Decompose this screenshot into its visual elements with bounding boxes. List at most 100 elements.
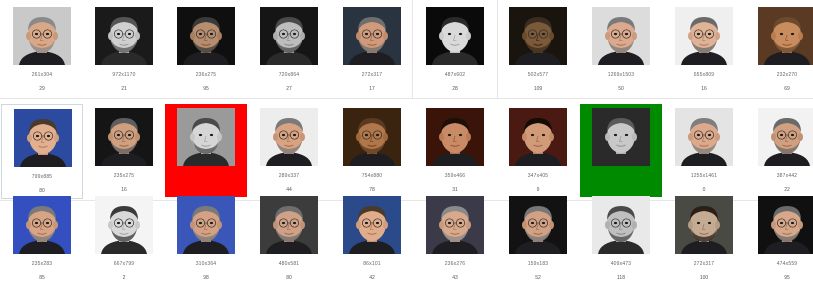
thumbnail-image[interactable] (592, 196, 650, 254)
thumbnail-item[interactable]: 359x466 31 (414, 104, 496, 199)
image-count: 109 (533, 86, 543, 92)
thumbnail-item[interactable]: 347x405 9 (497, 104, 579, 199)
image-count: 43 (452, 275, 458, 281)
image-dimensions: 502x577 (527, 72, 549, 78)
row-divider (0, 98, 813, 99)
thumbnail-image[interactable] (343, 108, 401, 166)
image-count: 50 (618, 86, 624, 92)
thumbnail-image[interactable] (509, 108, 567, 166)
thumbnail-image[interactable] (95, 7, 153, 65)
thumbnail-image[interactable] (343, 196, 401, 254)
image-dimensions: 272x317 (361, 72, 383, 78)
thumbnail-image[interactable] (14, 109, 72, 167)
image-dimensions: 261x304 (31, 72, 53, 78)
thumbnail-image[interactable] (260, 196, 318, 254)
thumbnail-item[interactable]: 272x317 100 (663, 192, 745, 287)
image-dimensions: 387x442 (776, 173, 798, 179)
thumbnail-image[interactable] (426, 7, 484, 65)
thumbnail-item[interactable]: 655x809 16 (663, 3, 745, 98)
thumbnail-image[interactable] (675, 108, 733, 166)
thumbnail-item[interactable]: 235x275 16 (83, 104, 165, 199)
thumbnail-item[interactable]: 720x864 27 (248, 3, 330, 98)
thumbnail-item[interactable]: 261x304 29 (1, 3, 83, 98)
image-count: 42 (369, 275, 375, 281)
thumbnail-item[interactable]: 799x885 80 (1, 104, 83, 199)
thumbnail-image[interactable] (177, 108, 235, 166)
thumbnail-image[interactable] (343, 7, 401, 65)
image-dimensions: 474x559 (776, 261, 798, 267)
thumbnail-item[interactable]: 272x317 17 (331, 3, 413, 98)
thumbnail-gallery: 261x304 29 972x1170 21 236x275 95 720x864 27 272… (0, 0, 813, 286)
thumbnail-item[interactable]: 236x276 43 (414, 192, 496, 287)
thumbnail-image[interactable] (177, 196, 235, 254)
image-dimensions: 480x581 (278, 261, 300, 267)
image-count: 80 (286, 275, 292, 281)
thumbnail-item[interactable]: 232x270 69 (746, 3, 813, 98)
thumbnail-image[interactable] (95, 196, 153, 254)
image-dimensions: 235x283 (31, 261, 53, 267)
image-count: 95 (784, 275, 790, 281)
thumbnail-item-selected[interactable] (165, 104, 247, 197)
thumbnail-item[interactable]: 159x183 52 (497, 192, 579, 287)
thumbnail-item[interactable]: 487x602 28 (414, 3, 496, 98)
thumbnail-image[interactable] (260, 7, 318, 65)
image-count: 95 (203, 86, 209, 92)
image-count: 98 (203, 275, 209, 281)
image-dimensions: 289x337 (278, 173, 300, 179)
image-dimensions: 235x275 (113, 173, 135, 179)
image-dimensions: 667x799 (113, 261, 135, 267)
thumbnail-item[interactable]: 480x581 80 (248, 192, 330, 287)
image-count: 16 (701, 86, 707, 92)
thumbnail-image[interactable] (509, 7, 567, 65)
thumbnail-image[interactable] (13, 196, 71, 254)
thumbnail-image[interactable] (509, 196, 567, 254)
thumbnail-image[interactable] (426, 108, 484, 166)
thumbnail-image[interactable] (592, 7, 650, 65)
thumbnail-image[interactable] (95, 108, 153, 166)
thumbnail-image[interactable] (592, 108, 650, 166)
image-dimensions: 655x809 (693, 72, 715, 78)
thumbnail-item[interactable]: 1269x1503 50 (580, 3, 662, 98)
image-dimensions: 347x405 (527, 173, 549, 179)
image-dimensions: 236x275 (195, 72, 217, 78)
thumbnail-image[interactable] (675, 7, 733, 65)
thumbnail-item[interactable]: 502x577 109 (497, 3, 579, 98)
thumbnail-item[interactable]: 235x283 85 (1, 192, 83, 287)
image-count: 29 (39, 86, 45, 92)
thumbnail-image[interactable] (675, 196, 733, 254)
thumbnail-item[interactable]: 754x880 78 (331, 104, 413, 199)
thumbnail-image[interactable] (426, 196, 484, 254)
thumbnail-image[interactable] (758, 108, 813, 166)
image-dimensions: 799x885 (31, 174, 53, 180)
image-dimensions: 159x183 (527, 261, 549, 267)
thumbnail-image[interactable] (758, 196, 813, 254)
image-dimensions: 86x101 (363, 261, 381, 267)
thumbnail-item[interactable]: 474x559 95 (746, 192, 813, 287)
image-count: 17 (369, 86, 375, 92)
thumbnail-item[interactable]: 1255x1461 0 (663, 104, 745, 199)
thumbnail-image[interactable] (13, 7, 71, 65)
thumbnail-item[interactable]: 236x275 95 (165, 3, 247, 98)
image-count: 85 (39, 275, 45, 281)
image-count: 27 (286, 86, 292, 92)
image-count: 28 (452, 86, 458, 92)
image-dimensions: 272x317 (693, 261, 715, 267)
thumbnail-image[interactable] (177, 7, 235, 65)
thumbnail-item[interactable]: 409x473 118 (580, 192, 662, 287)
thumbnail-item[interactable]: 310x364 98 (165, 192, 247, 287)
image-count: 2 (122, 275, 126, 281)
thumbnail-item[interactable]: 289x337 44 (248, 104, 330, 199)
image-count: 118 (617, 275, 625, 281)
thumbnail-item[interactable]: 387x442 22 (746, 104, 813, 199)
thumbnail-item[interactable]: 667x799 2 (83, 192, 165, 287)
thumbnail-image[interactable] (260, 108, 318, 166)
image-dimensions: 1255x1461 (690, 173, 718, 179)
image-dimensions: 754x880 (361, 173, 383, 179)
image-count: 100 (699, 275, 709, 281)
thumbnail-image[interactable] (758, 7, 813, 65)
thumbnail-item-selected[interactable] (580, 104, 662, 197)
image-dimensions: 359x466 (444, 173, 466, 179)
thumbnail-item[interactable]: 972x1170 21 (83, 3, 165, 98)
image-dimensions: 236x276 (444, 261, 466, 267)
thumbnail-item[interactable]: 86x101 42 (331, 192, 413, 287)
